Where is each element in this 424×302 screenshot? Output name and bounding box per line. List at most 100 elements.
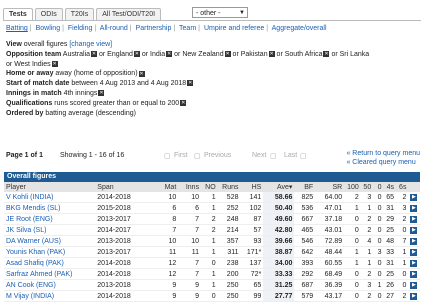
row-expand-icon[interactable]: ▶ [410,271,418,278]
next-icon: ▢ [270,153,277,160]
cell-player[interactable]: DA Warner (AUS) [4,235,96,247]
cell-inns: 7 [178,213,202,225]
cell-player[interactable]: BKG Mendis (SL) [4,202,96,214]
row-expand-icon[interactable]: ▶ [410,260,418,267]
next-link[interactable]: Next [252,152,266,159]
col-4s[interactable]: 4s [383,182,397,192]
other-select-value: - other - [196,10,221,17]
nav-umpire-referee[interactable]: Umpire and referee [204,25,264,32]
cell-4s: 25 [383,224,397,236]
cell-runs: 248 [217,213,241,225]
previous-link[interactable]: Previous [204,152,231,159]
last-link[interactable]: Last [284,152,297,159]
nav-aggregate[interactable]: Aggregate/overall [272,25,327,32]
cell-6s: 2 [396,192,409,203]
cell-span: 2013-2018 [95,279,154,291]
cell-player[interactable]: Younis Khan (PAK) [4,246,96,258]
nav-fielding[interactable]: Fielding [68,25,93,32]
nav-all-round[interactable]: All-round [100,25,128,32]
remove-filter-icon[interactable]: ✕ [187,80,194,87]
chevron-down-icon: ▼ [239,10,245,16]
col-50[interactable]: 50 [360,182,374,192]
cell-player[interactable]: Sarfraz Ahmed (PAK) [4,268,96,280]
cell-ave: 38.87 [263,246,295,258]
cleared-query-menu-link[interactable]: Cleared query menu [352,159,415,166]
nav-bowling[interactable]: Bowling [36,25,61,32]
cell-50: 1 [360,246,374,258]
col-6s[interactable]: 6s [396,182,409,192]
nav-batting[interactable]: Batting [6,25,28,32]
row-expand-icon[interactable]: ▶ [410,282,418,289]
return-to-query-menu-link[interactable]: Return to query menu [352,150,420,157]
tab-all-formats[interactable]: All Test/ODI/T20I [96,8,162,20]
cell-hs: 99 [240,290,264,302]
other-select[interactable]: - other - ▼ [192,7,248,18]
cell-bf: 393 [294,257,316,269]
remove-filter-icon[interactable]: ✕ [91,50,98,57]
remove-filter-icon[interactable]: ✕ [323,50,330,57]
format-tabs: Tests ODIs T20Is All Test/ODI/T20I [3,8,162,20]
cell-hs: 102 [240,202,264,214]
row-expand-icon[interactable]: ▶ [410,293,418,300]
cell-ave: 33.33 [263,268,295,280]
col-100[interactable]: 100 [344,182,361,192]
col-no[interactable]: NO [201,182,218,192]
remove-filter-icon[interactable]: ✕ [138,70,145,77]
row-expand-icon[interactable]: ▶ [410,205,418,212]
cell-runs: 252 [217,202,241,214]
stat-type-nav: Batting | Bowling | Fielding | All-round | P… [6,25,327,32]
cell-100: 0 [344,268,361,280]
row-expand-icon[interactable]: ▶ [410,238,418,245]
remove-filter-icon[interactable]: ✕ [224,50,231,57]
last-icon: ▢ [300,153,307,160]
col-inns[interactable]: Inns [178,182,202,192]
cell-span: 2014-2018 [95,192,154,203]
remove-filter-icon[interactable]: ✕ [51,60,58,67]
cell-50: 3 [360,192,374,203]
cell-player[interactable]: Asad Shafiq (PAK) [4,257,96,269]
cell-0: 0 [373,290,384,302]
row-expand-icon[interactable]: ▶ [410,249,418,256]
cell-50: 2 [360,213,374,225]
col-player[interactable]: Player [4,182,96,192]
col-mat[interactable]: Mat [153,182,179,192]
tab-tests[interactable]: Tests [3,8,33,20]
col-bf[interactable]: BF [294,182,316,192]
cell-runs: 214 [217,224,241,236]
cell-6s: 0 [396,268,409,280]
col-hs[interactable]: HS [240,182,264,192]
row-expand-icon[interactable]: ▶ [410,194,418,201]
cell-player[interactable]: AN Cook (ENG) [4,279,96,291]
row-expand-icon[interactable]: ▶ [410,227,418,234]
cell-player[interactable]: V Kohli (INDIA) [4,192,96,203]
cell-mat: 7 [153,224,179,236]
cell-sr: 68.49 [315,268,345,280]
cell-no: 1 [201,192,218,203]
cell-player[interactable]: M Vijay (INDIA) [4,290,96,302]
remove-filter-icon[interactable]: ✕ [180,99,187,106]
col-span[interactable]: Span [95,182,154,192]
cell-player[interactable]: JE Root (ENG) [4,213,96,225]
cell-hs: 93 [240,235,264,247]
remove-filter-icon[interactable]: ✕ [98,90,105,97]
remove-filter-icon[interactable]: ✕ [133,50,140,57]
remove-filter-icon[interactable]: ✕ [268,50,275,57]
tab-t20is[interactable]: T20Is [64,8,95,20]
cell-ave: 58.66 [263,192,295,203]
first-link[interactable]: First [174,152,188,159]
row-expand-icon[interactable]: ▶ [410,216,418,223]
nav-team[interactable]: Team [179,25,196,32]
cell-span: 2014-2018 [95,257,154,269]
change-view-link[interactable]: [change view] [69,41,112,48]
sort-desc-icon: ▾ [288,184,293,191]
col-ave[interactable]: Ave▾ [263,182,295,192]
col-0[interactable]: 0 [373,182,384,192]
col-sr[interactable]: SR [315,182,345,192]
cell-no: 1 [201,246,218,258]
col-runs[interactable]: Runs [217,182,241,192]
nav-partnership[interactable]: Partnership [136,25,172,32]
cell-no: 2 [201,213,218,225]
cell-player[interactable]: JK Silva (SL) [4,224,96,236]
tab-odis[interactable]: ODIs [34,8,63,20]
remove-filter-icon[interactable]: ✕ [166,50,173,57]
